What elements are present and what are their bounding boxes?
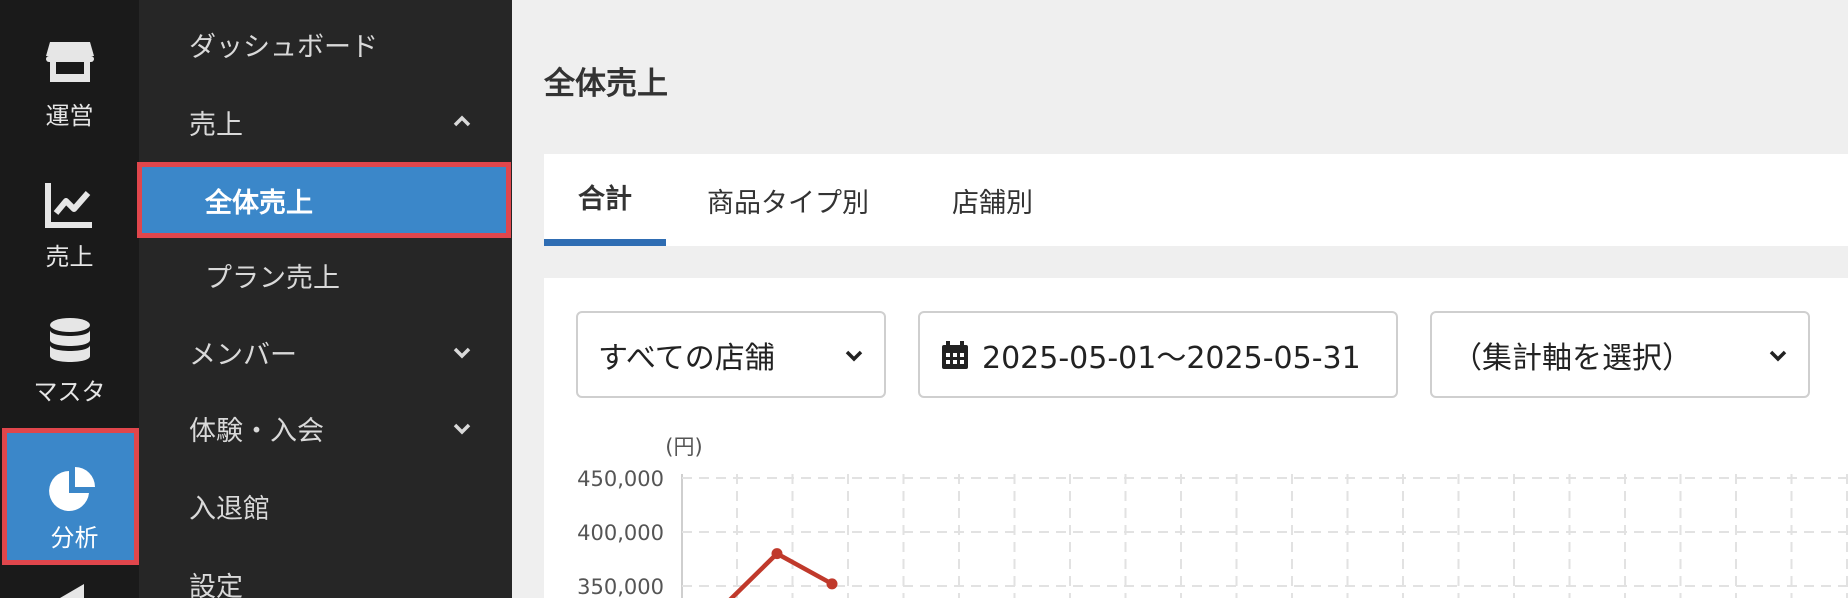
axis-select-value: （集計軸を選択）: [1452, 340, 1692, 376]
chart-series: [728, 548, 838, 598]
megaphone-icon: [60, 584, 84, 598]
y-tick-label: 400,000: [577, 521, 664, 545]
nav-item-label: 全体売上: [205, 187, 313, 219]
nav-item-entry-exit[interactable]: 入退館: [139, 468, 512, 544]
nav-item-trial-join[interactable]: 体験・入会: [139, 390, 512, 466]
rail-label: マスタ: [33, 378, 106, 406]
store-icon: [46, 42, 94, 82]
tab-label: 商品タイプ別: [707, 187, 869, 219]
nav-item-label: ダッシュボード: [189, 31, 378, 63]
main-content: 全体売上 合計 商品タイプ別 店舗別 すべての店舗 2025-05-01〜202…: [512, 0, 1848, 598]
rail-item-analytics[interactable]: 分析: [2, 428, 139, 565]
y-tick-label: 350,000: [577, 575, 664, 598]
nav-item-members[interactable]: メンバー: [139, 314, 512, 390]
chevron-down-icon: [1769, 350, 1787, 362]
rail-item-operations[interactable]: 運営: [0, 0, 139, 137]
chevron-up-icon: [453, 115, 471, 127]
nav-item-label: 体験・入会: [189, 415, 324, 447]
page-title: 全体売上: [544, 66, 668, 102]
rail-label: 売上: [45, 243, 94, 271]
rail-item-master[interactable]: マスタ: [0, 274, 139, 411]
rail-item-sales[interactable]: 売上: [0, 137, 139, 274]
chart-line-icon: [45, 183, 92, 228]
tab-bar: 合計 商品タイプ別 店舗別: [544, 154, 1848, 246]
axis-select[interactable]: （集計軸を選択）: [1430, 311, 1810, 398]
tab-store[interactable]: 店舗別: [952, 154, 1033, 246]
tab-product-type[interactable]: 商品タイプ別: [707, 154, 869, 246]
nav-item-label: 入退館: [189, 493, 270, 525]
nav-item-label: 設定: [189, 571, 243, 598]
y-tick-label: 450,000: [577, 467, 664, 491]
chevron-down-icon: [845, 350, 863, 362]
calendar-icon: [942, 340, 968, 369]
nav-item-plan-sales[interactable]: プラン売上: [139, 237, 512, 313]
chevron-down-icon: [453, 347, 471, 359]
tab-label: 店舗別: [952, 187, 1033, 219]
nav-item-dashboard[interactable]: ダッシュボード: [139, 6, 512, 82]
date-range-picker[interactable]: 2025-05-01〜2025-05-31: [918, 311, 1398, 398]
nav-item-label: 売上: [189, 109, 243, 141]
rail-label: 運営: [45, 102, 94, 130]
nav-item-sales[interactable]: 売上: [139, 84, 512, 160]
nav-item-total-sales[interactable]: 全体売上: [137, 162, 511, 238]
chevron-down-icon: [453, 423, 471, 435]
tab-label: 合計: [578, 184, 632, 215]
y-axis-unit-label: (円): [665, 435, 702, 459]
date-range-value: 2025-05-01〜2025-05-31: [982, 340, 1361, 376]
nav-item-settings[interactable]: 設定: [139, 546, 512, 598]
store-select-value: すべての店舗: [598, 340, 775, 376]
pie-chart-icon: [49, 467, 95, 511]
database-icon: [50, 318, 90, 362]
rail-label: 分析: [50, 524, 99, 552]
sales-line-chart: (円) 450,000 400,000 350,000: [577, 435, 1848, 598]
tab-total[interactable]: 合計: [544, 154, 666, 246]
data-point: [771, 548, 783, 560]
store-select[interactable]: すべての店舗: [576, 311, 886, 398]
nav-item-label: メンバー: [189, 339, 297, 371]
series-line: [728, 551, 834, 598]
sub-nav: ダッシュボード 売上 全体売上 プラン売上 メンバー 体験・入会 入退館 設定: [137, 0, 512, 598]
chart-grid: [681, 474, 1848, 598]
filter-chart-panel: すべての店舗 2025-05-01〜2025-05-31 （集計軸を選択） (円…: [544, 278, 1848, 598]
data-point: [826, 578, 838, 590]
nav-item-label: プラン売上: [205, 262, 340, 294]
icon-rail: 運営 売上 マスタ 分析: [0, 0, 139, 598]
